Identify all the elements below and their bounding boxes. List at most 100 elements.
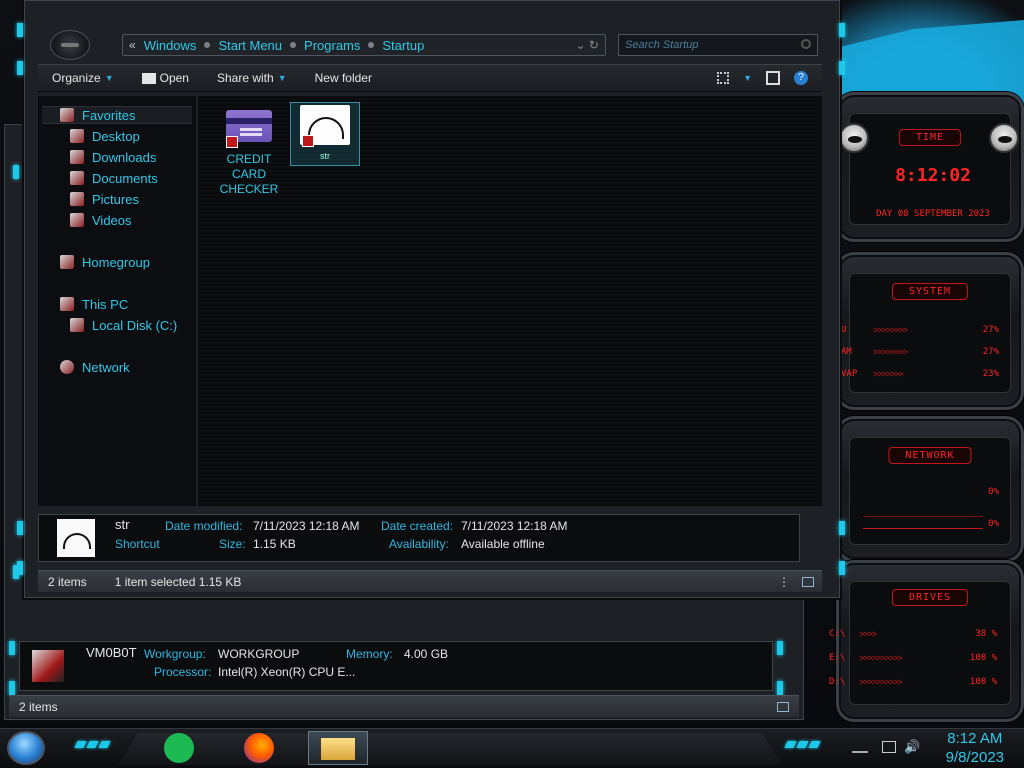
drive-d-label: D:\	[829, 677, 846, 687]
taskbar-clock[interactable]: 8:12 AM 9/8/2023	[946, 729, 1004, 767]
file-list[interactable]: CREDIT CARD CHECKER str	[198, 96, 822, 506]
cpu-bar: >>>>>>>>	[873, 325, 908, 335]
processor-value: Intel(R) Xeon(R) CPU E...	[218, 665, 356, 679]
swap-label: VAP	[841, 369, 858, 379]
nav-documents[interactable]: Documents	[70, 169, 158, 187]
network-down-value: 0%	[988, 519, 999, 529]
drives-gadget[interactable]: DRIVES C:\ >>>> 38 % E:\ >>>>>>>>>> 100 …	[829, 560, 1024, 722]
drive-d-value: 100 %	[969, 677, 997, 687]
drive-c-value: 38 %	[975, 629, 997, 639]
drive-d-bar: >>>>>>>>>>	[859, 677, 903, 687]
spotify-icon[interactable]	[164, 733, 194, 763]
search-icon[interactable]	[801, 39, 811, 49]
drive-e-bar: >>>>>>>>>>	[859, 653, 903, 663]
downloads-icon	[70, 150, 84, 164]
processor-label: Processor:	[154, 665, 212, 679]
computer-name: VM0B0T	[86, 645, 137, 660]
nav-local-disk[interactable]: Local Disk (C:)	[70, 316, 177, 334]
network-graph-up	[863, 487, 983, 517]
breadcrumb-programs[interactable]: Programs	[304, 38, 360, 53]
swap-value: 23%	[982, 369, 999, 379]
drive-e-value: 100 %	[969, 653, 997, 663]
change-view-icon[interactable]	[717, 72, 730, 84]
breadcrumb-windows[interactable]: Windows	[144, 38, 197, 53]
address-bar[interactable]: « Windows Start Menu Programs Startup ⌄ …	[122, 34, 606, 56]
breadcrumb-separator-icon[interactable]	[368, 42, 375, 48]
breadcrumb-overflow[interactable]: «	[129, 38, 136, 52]
network-gadget-title: NETWORK	[888, 447, 972, 464]
file-explorer-taskbar-button[interactable]	[308, 731, 368, 765]
desktop-icon	[70, 129, 84, 143]
selected-file-type: Shortcut	[115, 537, 160, 551]
breadcrumb-start-menu[interactable]: Start Menu	[218, 38, 282, 53]
breadcrumb-separator-icon[interactable]	[204, 42, 211, 48]
ram-label: AM	[841, 347, 852, 357]
network-tray-icon[interactable]	[882, 741, 896, 753]
preview-pane-icon[interactable]	[766, 71, 780, 85]
organize-button[interactable]: Organize ▼	[38, 71, 128, 85]
chevron-down-icon: ▼	[277, 73, 287, 83]
navigation-pane: Favorites Desktop Downloads Documents Pi…	[38, 96, 196, 506]
selection-info: 1 item selected 1.15 KB	[114, 574, 242, 589]
system-gadget-title: SYSTEM	[891, 283, 969, 300]
system-gadget[interactable]: SYSTEM U >>>>>>>> 27% AM >>>>>>>> 27% VA…	[836, 252, 1024, 410]
drive-e-label: E:\	[829, 653, 846, 663]
back-button[interactable]	[50, 30, 90, 60]
network-up-value: 0%	[988, 487, 999, 497]
large-icons-view-icon[interactable]	[777, 702, 789, 712]
size-label: Size:	[219, 537, 246, 551]
nav-videos[interactable]: Videos	[70, 211, 132, 229]
nav-downloads[interactable]: Downloads	[70, 148, 156, 166]
drives-gadget-title: DRIVES	[891, 589, 969, 606]
drive-c-bar: >>>>	[859, 629, 877, 639]
date-created-value: 7/11/2023 12:18 AM	[461, 519, 568, 533]
network-gadget[interactable]: NETWORK 0% 0%	[836, 416, 1024, 562]
nav-desktop[interactable]: Desktop	[70, 127, 140, 145]
nav-network[interactable]: Network	[60, 358, 130, 376]
alien-head-icon	[989, 123, 1019, 153]
file-label: str	[320, 151, 330, 161]
help-icon[interactable]: ?	[794, 71, 808, 85]
details-view-icon[interactable]: ⋮	[778, 575, 790, 589]
nav-this-pc[interactable]: This PC	[60, 295, 128, 313]
videos-icon	[70, 213, 84, 227]
volume-icon[interactable]: 🔊	[904, 739, 920, 755]
availability-value: Available offline	[461, 537, 545, 551]
nav-favorites[interactable]: Favorites	[42, 106, 192, 124]
file-credit-card-checker[interactable]: CREDIT CARD CHECKER	[214, 106, 284, 197]
size-value: 1.15 KB	[253, 537, 296, 551]
gadget-clock: 8:12:02	[895, 165, 971, 186]
firefox-icon[interactable]	[244, 733, 274, 763]
new-folder-button[interactable]: New folder	[301, 71, 386, 85]
selected-file-name: str	[115, 517, 130, 532]
memory-value: 4.00 GB	[404, 647, 449, 661]
gadget-panel: TIME 8:12:02 DAY 08 SEPTEMBER 2023 SYSTE…	[829, 92, 1024, 724]
search-input[interactable]: Search Startup	[618, 34, 818, 56]
breadcrumb-separator-icon[interactable]	[290, 42, 297, 48]
memory-label: Memory:	[346, 647, 393, 661]
back-item-count: 2 items	[19, 699, 58, 714]
search-placeholder: Search Startup	[625, 39, 699, 51]
start-button[interactable]	[7, 731, 45, 765]
time-gadget[interactable]: TIME 8:12:02 DAY 08 SEPTEMBER 2023	[836, 92, 1024, 242]
item-count: 2 items	[48, 574, 87, 589]
chevron-down-icon: ▼	[104, 73, 114, 83]
nav-homegroup[interactable]: Homegroup	[60, 253, 150, 271]
ram-value: 27%	[982, 347, 999, 357]
availability-label: Availability:	[389, 537, 449, 551]
folder-icon	[321, 738, 355, 760]
window-icon	[141, 72, 156, 84]
breadcrumb-startup[interactable]: Startup	[382, 38, 424, 53]
chevron-down-icon[interactable]: ▼	[743, 73, 752, 83]
refresh-icon[interactable]: ⌄ ↻	[576, 38, 599, 52]
share-with-button[interactable]: Share with ▼	[203, 71, 301, 85]
large-icons-view-icon[interactable]	[802, 577, 814, 587]
nav-pictures[interactable]: Pictures	[70, 190, 139, 208]
open-button[interactable]: Open	[128, 71, 203, 85]
workgroup-value: WORKGROUP	[218, 647, 300, 661]
file-str-shortcut[interactable]: str	[290, 102, 360, 166]
command-bar: Organize ▼ Open Share with ▼ New folder …	[38, 64, 822, 92]
computer-icon	[60, 297, 74, 311]
show-desktop-icon[interactable]	[852, 741, 868, 753]
time-gadget-title: TIME	[898, 129, 962, 146]
